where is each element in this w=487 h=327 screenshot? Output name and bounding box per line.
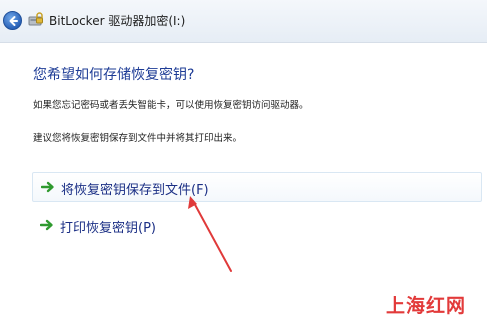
watermark: 上海红网 [386,295,467,317]
annotation-arrow [188,196,232,272]
